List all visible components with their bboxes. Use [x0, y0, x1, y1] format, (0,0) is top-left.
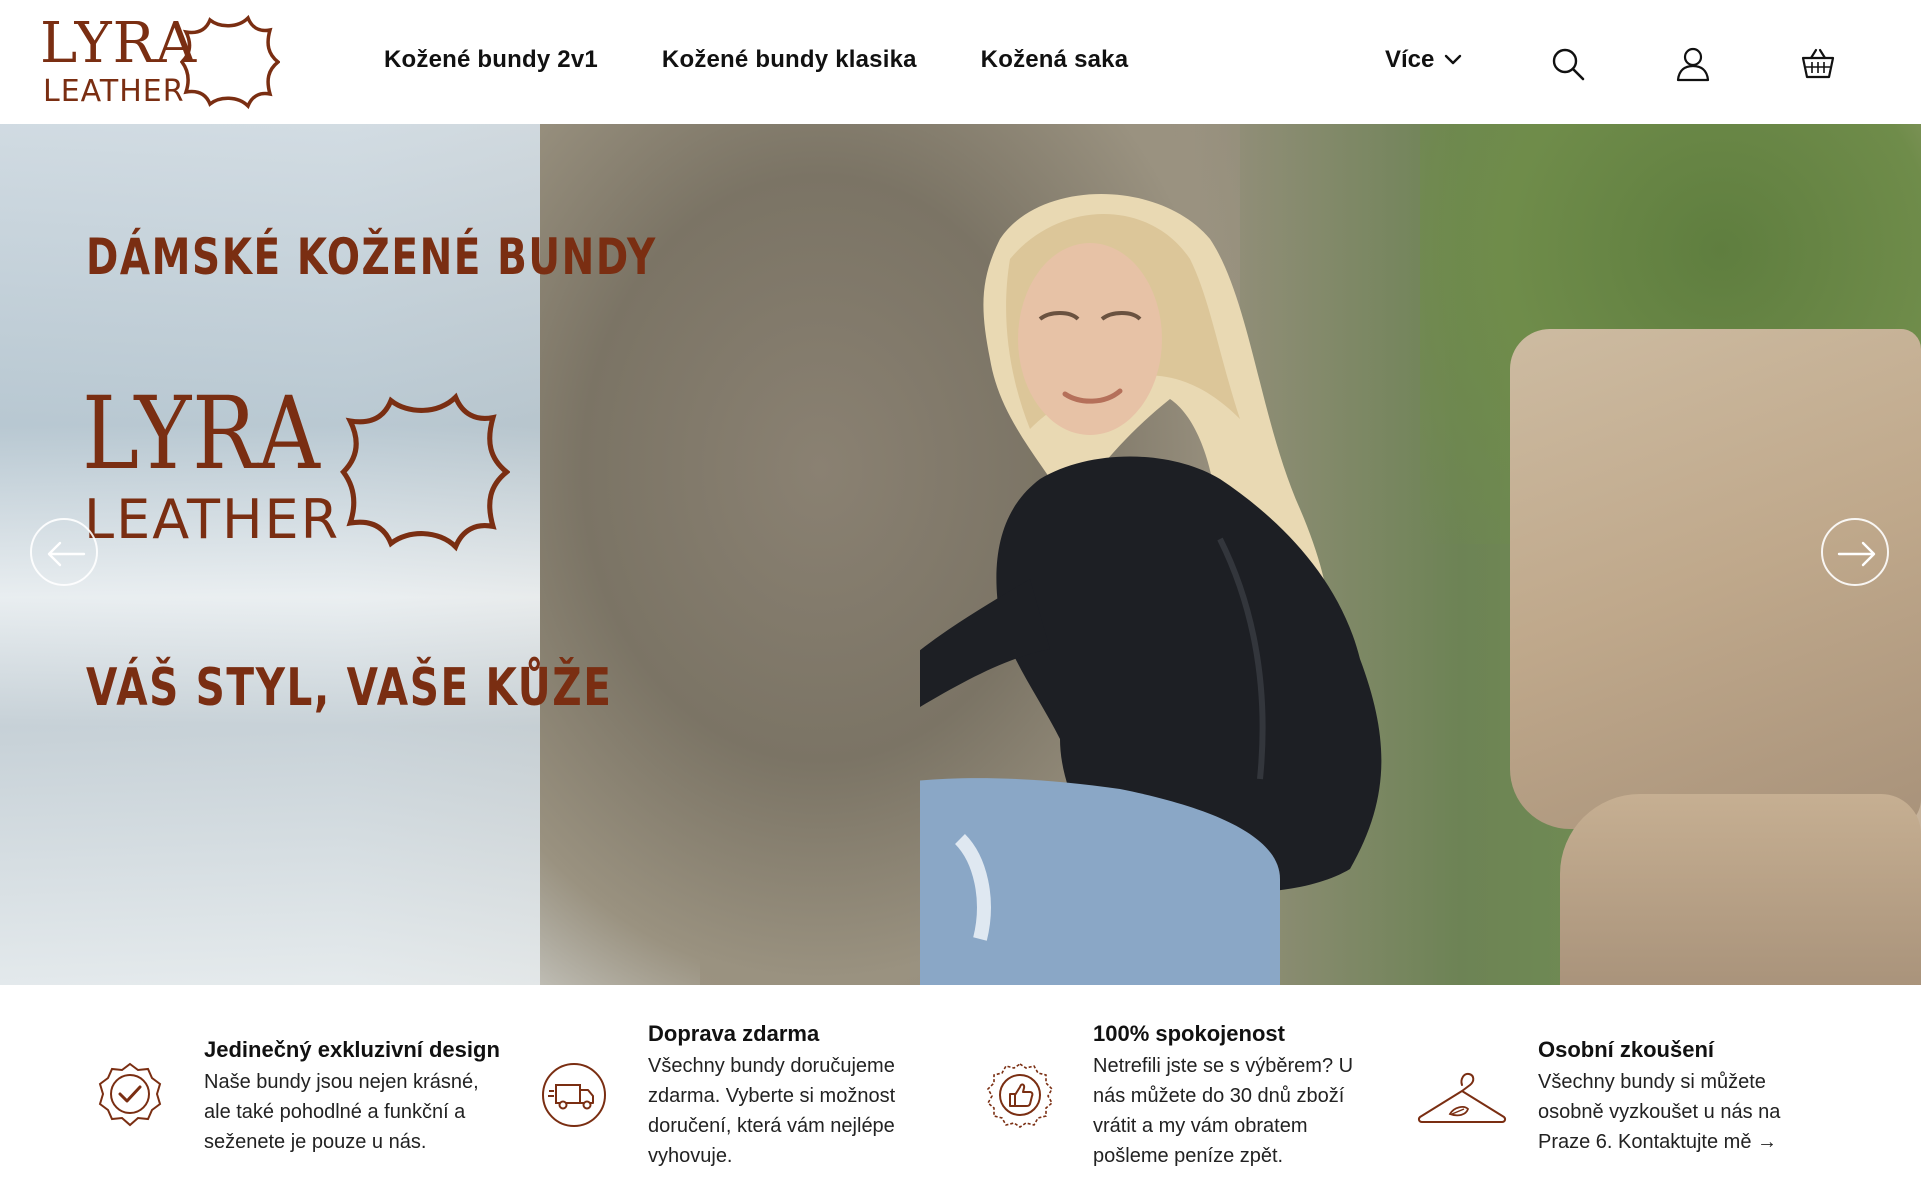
feature-line: Všechny bundy doručujeme — [648, 1055, 895, 1077]
feature-line: doručení, která vám nejlépe — [648, 1115, 895, 1137]
feature-line: seženete je pouze u nás. — [204, 1131, 427, 1153]
feature-line: zdarma. Vyberte si možnost — [648, 1085, 896, 1107]
user-icon — [1676, 47, 1710, 82]
feature-title: Osobní zkoušení — [1538, 1037, 1715, 1062]
feature-line: vyhovuje. — [648, 1145, 733, 1167]
feature-line: Netrefili jste se s výběrem? U — [1093, 1055, 1354, 1077]
feature-description: Všechny bundy doručujeme zdarma. Vyberte… — [648, 1051, 948, 1171]
arrow-left-icon — [47, 541, 86, 567]
feature-description: Všechny bundy si můžete osobně vyzkoušet… — [1538, 1067, 1838, 1157]
feature-title: Jedinečný exkluzivní design — [204, 1037, 500, 1062]
hero-model-image — [920, 194, 1382, 985]
cart-button[interactable] — [1800, 46, 1836, 82]
truck-icon — [542, 1063, 606, 1127]
hanger-icon — [1417, 1072, 1507, 1123]
feature-line: vrátit a my vám obratem — [1093, 1115, 1308, 1137]
search-button[interactable] — [1550, 46, 1586, 82]
feature-line: ale také pohodlné a funkční a — [204, 1101, 466, 1123]
search-icon — [1552, 48, 1585, 81]
hero-banner[interactable]: DÁMSKÉ KOŽENÉ BUNDY LYRA LEATHER VÁŠ STY… — [0, 124, 1921, 985]
main-nav: Kožené bundy 2v1 Kožené bundy klasika Ko… — [384, 46, 1192, 74]
chevron-down-icon — [1445, 54, 1462, 65]
feature-title: 100% spokojenost — [1093, 1021, 1285, 1046]
hero-background-rock-lower — [1560, 794, 1921, 985]
hero-tagline: VÁŠ STYL, VAŠE KŮŽE — [86, 658, 613, 718]
feature-description: Netrefili jste se s výběrem? U nás můžet… — [1093, 1051, 1413, 1171]
feature-line: osobně vyzkoušet u nás na — [1538, 1101, 1781, 1123]
contact-link[interactable]: Praze 6. Kontaktujte mě → — [1538, 1127, 1838, 1157]
cart-icon — [1801, 48, 1835, 79]
account-button[interactable] — [1675, 46, 1711, 82]
leather-hide-icon — [180, 14, 280, 110]
brand-logo-line2: LEATHER — [43, 74, 185, 109]
brand-logo[interactable]: LYRA LEATHER — [40, 14, 280, 112]
feature-description: Naše bundy jsou nejen krásné, ale také p… — [204, 1067, 504, 1157]
hero-logo: LYRA LEATHER — [82, 382, 522, 582]
more-menu-label: Více — [1385, 46, 1435, 73]
site-header: LYRA LEATHER Kožené bundy 2v1 Kožené bun… — [0, 0, 1921, 124]
arrow-right-icon — [1837, 541, 1876, 567]
feature-line: nás můžete do 30 dnů zboží — [1093, 1085, 1345, 1107]
badge-check-icon — [98, 1062, 162, 1127]
brand-logo-line1: LYRA — [40, 11, 198, 76]
more-menu-button[interactable]: Více — [1385, 46, 1462, 74]
hero-logo-line1: LYRA — [82, 375, 321, 492]
feature-title: Doprava zdarma — [648, 1021, 820, 1046]
thumbs-up-icon — [986, 1063, 1054, 1128]
feature-line: Všechny bundy si můžete — [1538, 1071, 1766, 1093]
leather-hide-icon — [340, 392, 510, 552]
hero-title: DÁMSKÉ KOŽENÉ BUNDY — [86, 228, 657, 286]
nav-item-kozene-bundy-klasika[interactable]: Kožené bundy klasika — [662, 46, 917, 74]
nav-item-kozene-bundy-2v1[interactable]: Kožené bundy 2v1 — [384, 46, 598, 74]
slider-next-button[interactable] — [1821, 518, 1889, 586]
feature-line: pošleme peníze zpět. — [1093, 1145, 1284, 1167]
feature-line: Naše bundy jsou nejen krásné, — [204, 1071, 479, 1093]
hero-logo-line2: LEATHER — [84, 488, 341, 551]
features-section: Jedinečný exkluzivní design Naše bundy j… — [0, 985, 1921, 1203]
slider-prev-button[interactable] — [30, 518, 98, 586]
nav-item-kozena-saka[interactable]: Kožená saka — [981, 46, 1129, 74]
